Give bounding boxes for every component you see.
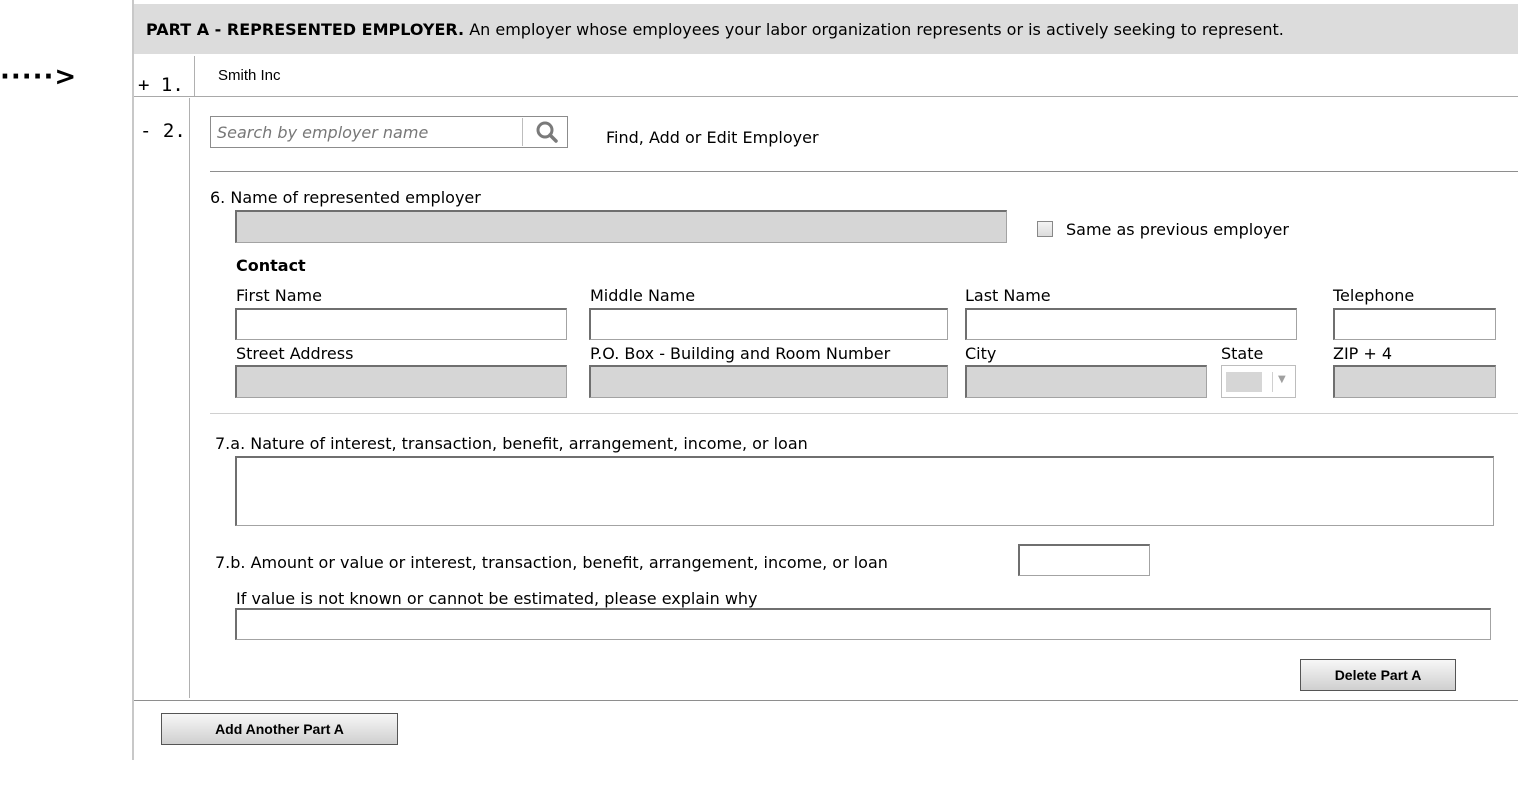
q7a-label: 7.a. Nature of interest, transaction, be… (215, 434, 808, 453)
q6-label: 6. Name of represented employer (210, 188, 481, 207)
middle-name-label: Middle Name (590, 286, 696, 305)
row-2-toggle[interactable]: - 2. (140, 120, 186, 142)
pointer-arrow-icon: ·····> (0, 62, 78, 92)
first-name-label: First Name (236, 286, 322, 305)
last-name-label: Last Name (965, 286, 1051, 305)
state-select-separator (1272, 372, 1273, 392)
zip-label: ZIP + 4 (1333, 344, 1393, 363)
state-select-value (1226, 372, 1262, 392)
part-a-title: PART A - REPRESENTED EMPLOYER. (146, 20, 465, 39)
row-1-divider (194, 56, 195, 96)
state-label: State (1221, 344, 1264, 363)
address-bottom-line (210, 413, 1518, 414)
state-select[interactable]: ▼ (1221, 365, 1296, 398)
contact-heading: Contact (236, 256, 306, 275)
employer-search-input[interactable] (211, 117, 521, 147)
city-label: City (965, 344, 997, 363)
left-guide-line (132, 0, 134, 760)
represented-employer-name-field[interactable] (235, 210, 1007, 243)
q7b-label: 7.b. Amount or value or interest, transa… (215, 553, 888, 572)
nature-of-interest-field[interactable] (235, 456, 1494, 526)
part-a-description: An employer whose employees your labor o… (464, 20, 1284, 39)
first-name-field[interactable] (235, 308, 567, 340)
add-another-part-a-button[interactable]: Add Another Part A (161, 713, 398, 745)
city-field[interactable] (965, 365, 1207, 398)
same-as-previous-label: Same as previous employer (1066, 220, 1289, 239)
pobox-label: P.O. Box - Building and Room Number (590, 344, 891, 363)
search-separator (522, 118, 523, 146)
pobox-field[interactable] (589, 365, 948, 398)
part-a-header-text: PART A - REPRESENTED EMPLOYER. An employ… (146, 20, 1284, 39)
chevron-down-icon: ▼ (1278, 374, 1286, 385)
same-as-previous-checkbox[interactable] (1037, 221, 1053, 237)
delete-part-a-button[interactable]: Delete Part A (1300, 659, 1456, 691)
amount-value-field[interactable] (1018, 544, 1150, 576)
row-1-bottom-line (134, 96, 1518, 97)
row-1-employer-name[interactable]: Smith Inc (218, 67, 281, 84)
explain-label: If value is not known or cannot be estim… (236, 589, 758, 608)
row-2-divider (189, 98, 190, 698)
explain-why-field[interactable] (235, 608, 1491, 640)
middle-name-field[interactable] (589, 308, 948, 340)
telephone-field[interactable] (1333, 308, 1496, 340)
zip-field[interactable] (1333, 365, 1496, 398)
employer-search-box (210, 116, 568, 148)
last-name-field[interactable] (965, 308, 1297, 340)
find-add-edit-employer-link[interactable]: Find, Add or Edit Employer (606, 128, 819, 147)
street-address-field[interactable] (235, 365, 567, 398)
telephone-label: Telephone (1333, 286, 1415, 305)
row-1-toggle[interactable]: + 1. (138, 74, 184, 96)
part-a-bottom-line (134, 700, 1518, 701)
street-address-label: Street Address (236, 344, 354, 363)
search-icon[interactable] (533, 120, 561, 144)
search-bottom-line (210, 171, 1518, 172)
